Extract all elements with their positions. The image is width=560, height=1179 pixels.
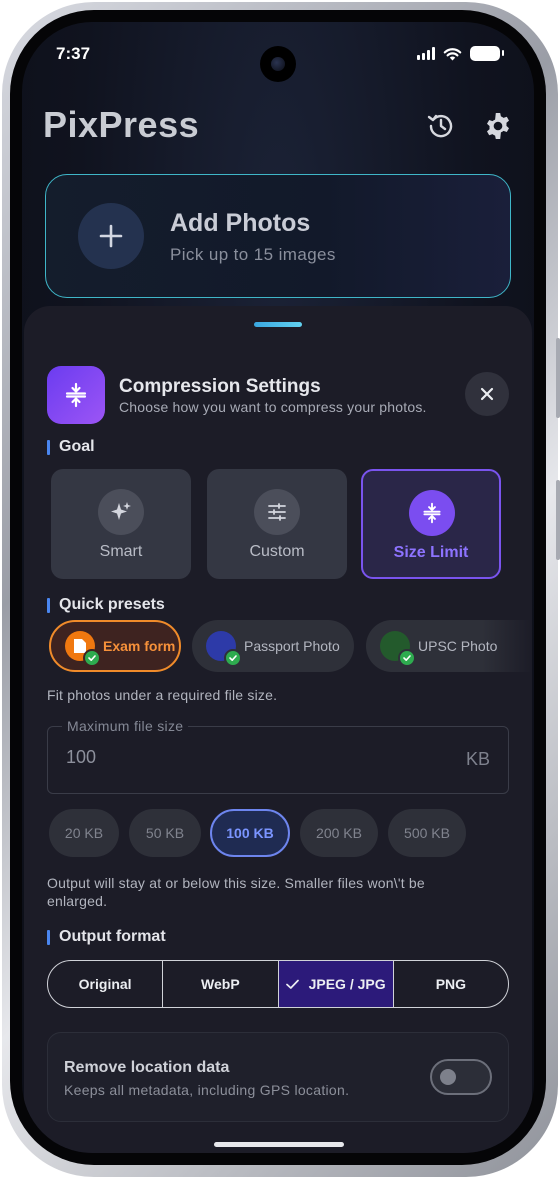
sheet-drag-handle[interactable] xyxy=(254,322,302,327)
home-indicator[interactable] xyxy=(214,1142,344,1147)
preset-upsc-photo[interactable]: UPSC Photo xyxy=(366,620,532,672)
check-icon xyxy=(224,649,242,667)
format-option-label: WebP xyxy=(201,976,240,992)
history-icon[interactable] xyxy=(425,110,457,142)
size-chip-200kb[interactable]: 200 KB xyxy=(300,809,378,857)
document-icon xyxy=(65,631,101,667)
screen: 7:37 PixPress Add Photos Pick up to 15 i… xyxy=(22,22,534,1153)
format-option-jpeg[interactable]: JPEG / JPG xyxy=(278,961,394,1007)
status-icons xyxy=(417,46,504,61)
add-photos-title: Add Photos xyxy=(170,209,311,237)
presets-helper-text: Fit photos under a required file size. xyxy=(47,687,278,703)
sheet-title: Compression Settings xyxy=(119,376,321,397)
goal-label: Goal xyxy=(47,438,95,456)
max-file-size-input[interactable] xyxy=(66,747,366,768)
id-photo-icon xyxy=(380,631,416,667)
output-format-selector: Original WebP JPEG / JPG PNG xyxy=(47,960,509,1008)
goal-option-size-limit[interactable]: Size Limit xyxy=(361,469,501,579)
goal-option-label: Size Limit xyxy=(393,544,469,561)
format-option-png[interactable]: PNG xyxy=(394,961,508,1007)
size-chip-500kb[interactable]: 500 KB xyxy=(388,809,466,857)
app-title: PixPress xyxy=(43,104,200,145)
size-helper-text: Output will stay at or below this size. … xyxy=(47,875,425,909)
format-option-label: JPEG / JPG xyxy=(308,976,386,992)
plus-icon xyxy=(99,224,123,248)
close-button[interactable] xyxy=(465,372,509,416)
size-chip-50kb[interactable]: 50 KB xyxy=(129,809,201,857)
side-button xyxy=(556,338,560,418)
preset-passport-photo[interactable]: Passport Photo xyxy=(192,620,354,672)
check-icon xyxy=(285,979,299,989)
passport-icon xyxy=(206,631,242,667)
max-file-size-label: Maximum file size xyxy=(62,718,189,734)
format-option-label: PNG xyxy=(435,976,467,992)
goal-option-smart[interactable]: Smart xyxy=(51,469,191,579)
add-photos-subtitle: Pick up to 15 images xyxy=(170,245,336,264)
size-chip-100kb[interactable]: 100 KB xyxy=(210,809,290,857)
remove-location-card: Remove location data Keeps all metadata,… xyxy=(47,1032,509,1122)
max-file-size-unit: KB xyxy=(465,749,490,769)
preset-label: Passport Photo xyxy=(244,638,340,654)
status-time: 7:37 xyxy=(56,44,91,63)
side-button xyxy=(556,480,560,560)
sliders-icon xyxy=(254,489,300,535)
goal-option-label: Custom xyxy=(249,543,305,560)
compression-settings-sheet: Compression Settings Choose how you want… xyxy=(24,306,532,1153)
max-file-size-field[interactable]: Maximum file size KB xyxy=(47,718,509,794)
remove-location-subtitle: Keeps all metadata, including GPS locati… xyxy=(64,1082,350,1098)
goal-option-custom[interactable]: Custom xyxy=(207,469,347,579)
preset-exam-form[interactable]: Exam form xyxy=(49,620,181,672)
quick-presets-label: Quick presets xyxy=(47,596,165,614)
front-camera xyxy=(260,46,296,82)
add-photos-button[interactable] xyxy=(78,203,144,269)
check-icon xyxy=(83,649,101,667)
close-icon xyxy=(480,387,494,401)
output-format-label: Output format xyxy=(47,928,166,946)
size-chip-20kb[interactable]: 20 KB xyxy=(49,809,119,857)
preset-label: Exam form xyxy=(103,638,176,654)
gear-icon[interactable] xyxy=(482,110,514,142)
format-option-webp[interactable]: WebP xyxy=(163,961,279,1007)
format-option-original[interactable]: Original xyxy=(48,961,164,1007)
battery-icon xyxy=(470,46,504,61)
format-option-label: Original xyxy=(78,976,132,992)
preset-label: UPSC Photo xyxy=(418,638,498,654)
wifi-icon xyxy=(443,47,462,60)
check-icon xyxy=(398,649,416,667)
compress-icon xyxy=(409,490,455,536)
sparkle-icon xyxy=(98,489,144,535)
signal-icon xyxy=(417,47,435,60)
toggle-knob xyxy=(440,1069,456,1085)
goal-option-label: Smart xyxy=(99,543,143,560)
sheet-subtitle: Choose how you want to compress your pho… xyxy=(119,399,427,415)
remove-location-title: Remove location data xyxy=(64,1059,230,1076)
compress-badge-icon xyxy=(47,366,105,424)
add-photos-card[interactable]: Add Photos Pick up to 15 images xyxy=(45,174,511,298)
remove-location-toggle[interactable] xyxy=(430,1059,492,1095)
